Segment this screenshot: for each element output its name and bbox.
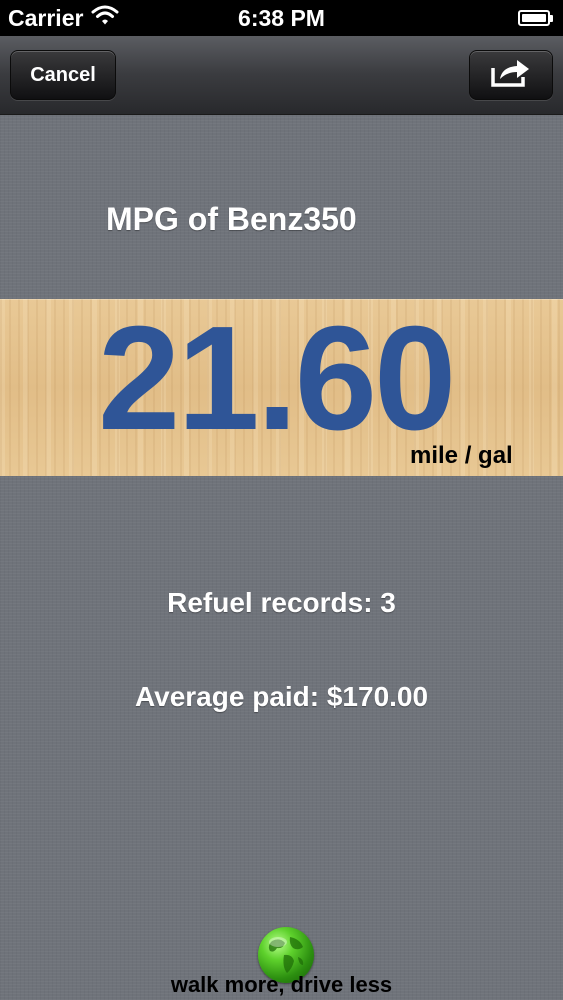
wifi-icon xyxy=(91,4,119,32)
battery-icon xyxy=(518,10,553,26)
carrier-label: Carrier xyxy=(8,4,84,31)
navigation-bar: Cancel xyxy=(0,36,563,115)
content-area: MPG of Benz350 21.60 mile / gal Refuel r… xyxy=(0,115,563,1000)
slogan-text: walk more, drive less xyxy=(170,972,393,997)
mpg-unit: mile / gal xyxy=(410,442,513,469)
mpg-panel: 21.60 mile / gal xyxy=(0,299,563,476)
refuel-records-label: Refuel records: 3 xyxy=(167,587,396,618)
mpg-value: 21.60 xyxy=(98,296,456,461)
cancel-button[interactable]: Cancel xyxy=(10,50,116,100)
page-title: MPG of Benz350 xyxy=(106,201,357,237)
average-paid-label: Average paid: $170.00 xyxy=(134,681,429,712)
status-left: Carrier xyxy=(8,4,119,32)
share-button[interactable] xyxy=(469,50,553,100)
status-bar: Carrier 6:38 PM xyxy=(0,0,563,36)
share-icon xyxy=(489,55,533,95)
